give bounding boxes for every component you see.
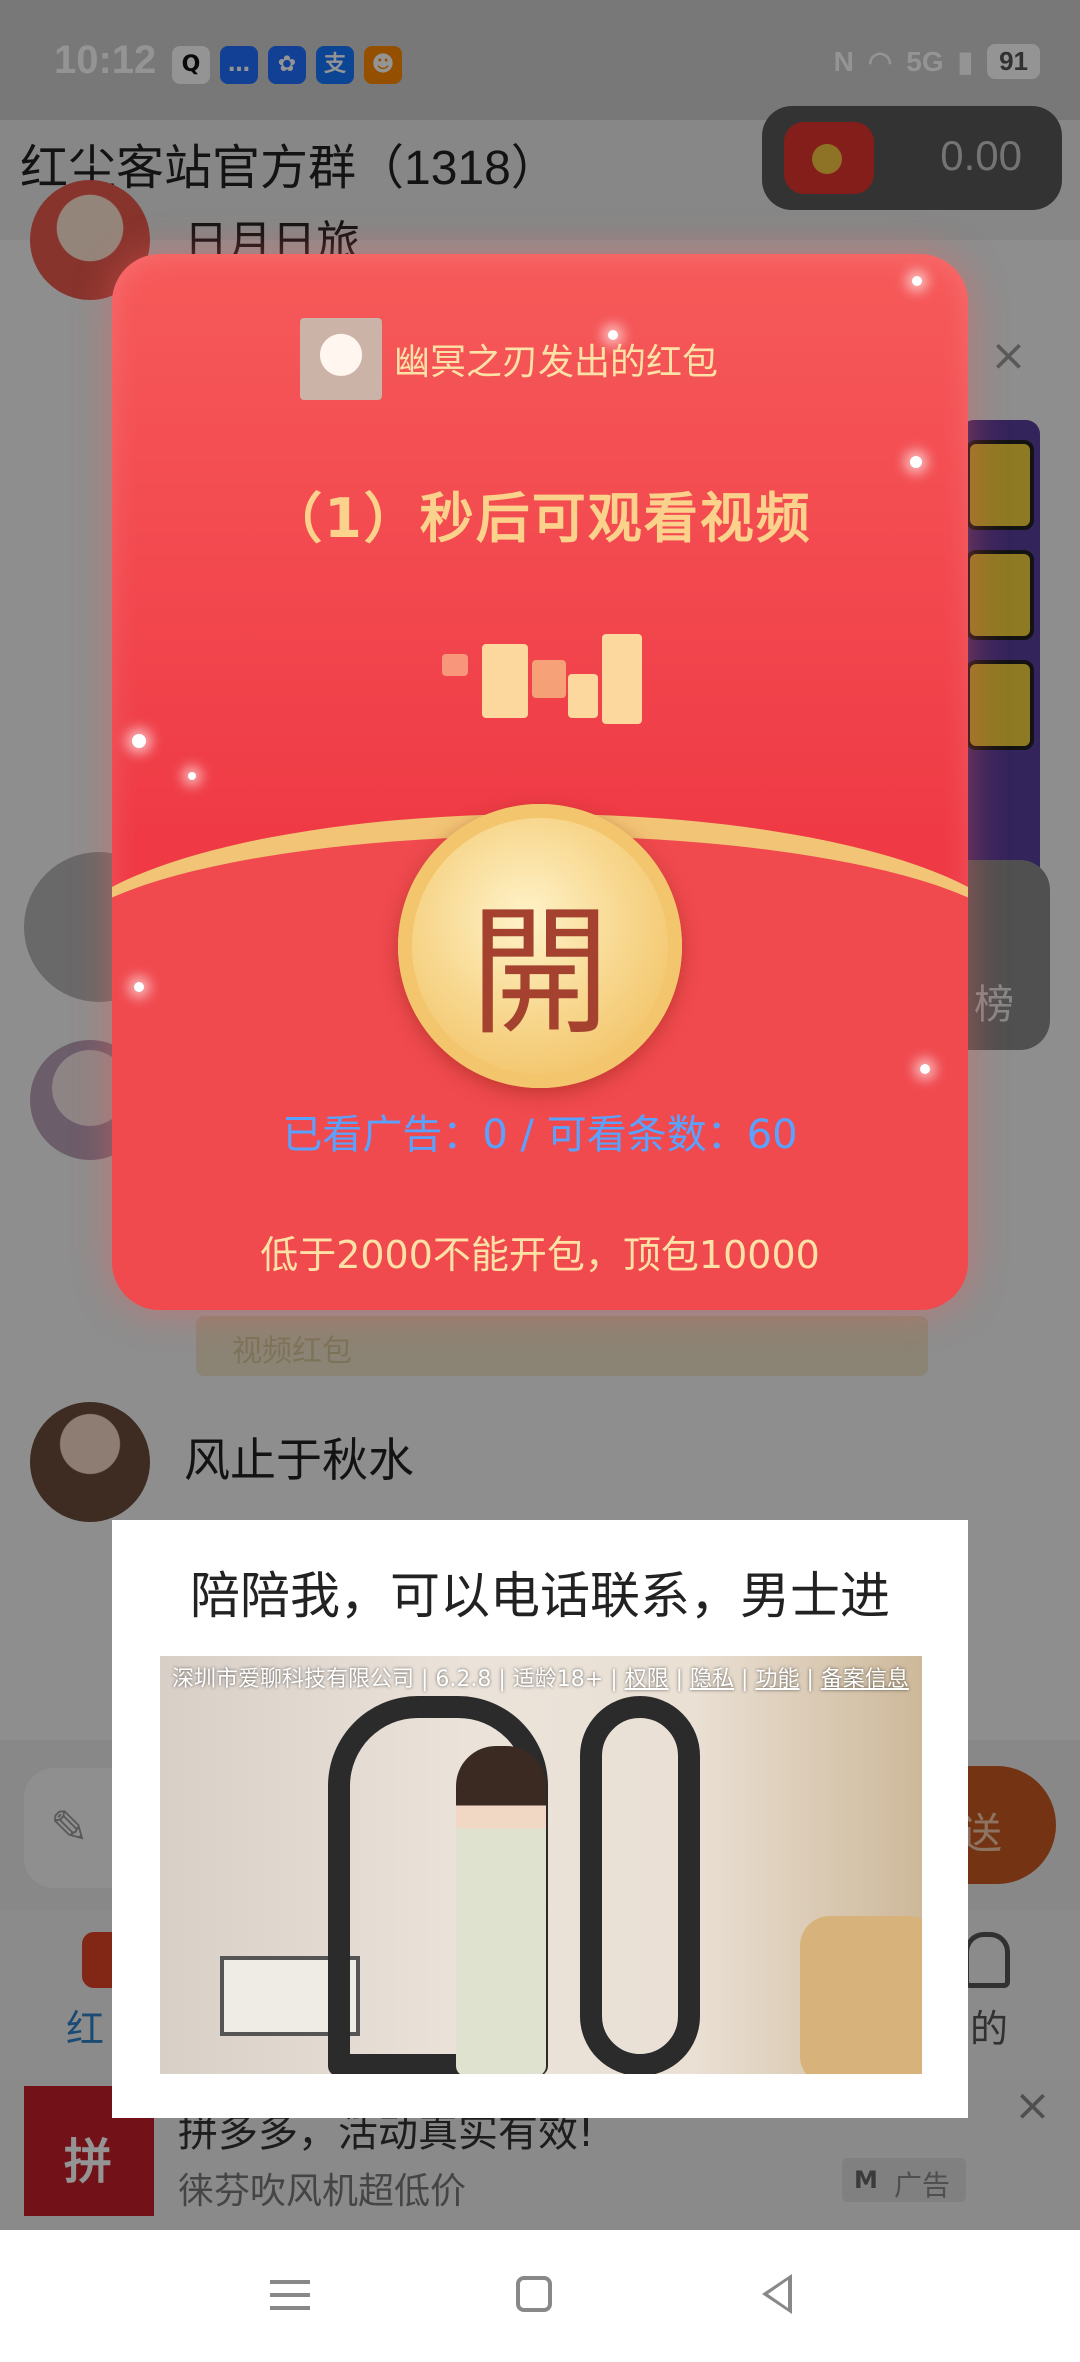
sparkle — [188, 772, 196, 780]
ad-video[interactable]: 深圳市爱聊科技有限公司 | 6.2.8 | 适龄18+ | 权限 | 隐私 | … — [160, 1656, 922, 2074]
mirror-frame — [580, 1696, 700, 2074]
home-icon[interactable] — [516, 2276, 552, 2312]
ad-popup[interactable]: 陪陪我，可以电话联系，男士进 深圳市爱聊科技有限公司 | 6.2.8 | 适龄1… — [112, 1520, 968, 2118]
ad-info-line: 深圳市爱聊科技有限公司 | 6.2.8 | 适龄18+ | 权限 | 隐私 | … — [172, 1667, 909, 1692]
open-envelope-button[interactable]: 開 — [398, 804, 682, 1088]
permissions-link[interactable]: 权限 — [625, 1667, 669, 1692]
sparkle — [912, 276, 922, 286]
blurred-amount — [442, 634, 642, 730]
chair — [800, 1916, 922, 2074]
countdown-text: （1）秒后可观看视频 — [268, 487, 812, 550]
rule-text: 低于2000不能开包，顶包10000 — [260, 1233, 820, 1277]
red-envelope-modal: 幽冥之刃发出的红包 （1）秒后可观看视频 開 已看广告：0 / 可看条数：60 … — [112, 254, 968, 1310]
envelope-sender: 幽冥之刃发出的红包 — [300, 318, 718, 400]
ad-info-company: 深圳市爱聊科技有限公司 | 6.2.8 | 适龄18+ | — [172, 1667, 625, 1692]
sparkle — [132, 734, 146, 748]
person-figure — [456, 1746, 546, 2074]
back-icon[interactable] — [762, 2274, 792, 2314]
sender-avatar — [300, 318, 382, 400]
menu-icon[interactable] — [270, 2280, 310, 2310]
sparkle — [910, 456, 922, 468]
sparkle — [134, 982, 144, 992]
sparkle — [920, 1064, 930, 1074]
filing-info-link[interactable]: 备案信息 — [821, 1667, 909, 1692]
features-link[interactable]: 功能 — [755, 1667, 799, 1692]
envelope-sender-label: 幽冥之刃发出的红包 — [394, 342, 719, 383]
privacy-link[interactable]: 隐私 — [690, 1667, 734, 1692]
ad-popup-title[interactable]: 陪陪我，可以电话联系，男士进 — [112, 1556, 968, 1628]
open-label: 開 — [469, 892, 610, 1055]
ad-counter-text: 已看广告：0 / 可看条数：60 — [282, 1112, 798, 1158]
